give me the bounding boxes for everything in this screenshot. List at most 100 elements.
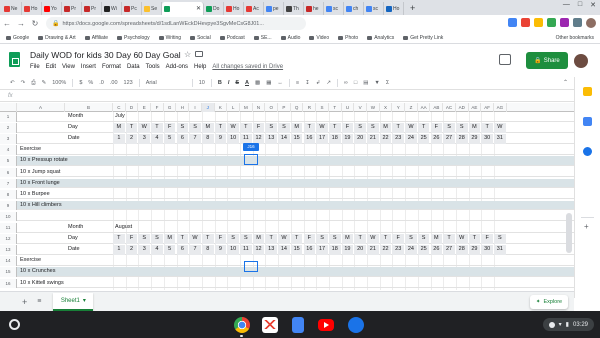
save-status[interactable]: All changes saved in Drive [212,64,283,70]
row-header[interactable]: 7 [0,178,17,189]
day-cell[interactable]: W [138,123,151,133]
exercise-cell[interactable]: 10 x Front lunge [20,179,60,189]
day-label-cell[interactable]: Day [68,123,78,133]
date-label-cell[interactable]: Date [68,134,80,144]
back-icon[interactable]: ← [0,19,14,28]
text-color-button[interactable]: A [245,80,249,86]
row-header[interactable]: 4 [0,145,17,155]
chart-icon[interactable]: ▤ [363,80,368,86]
date-cell[interactable]: 30 [481,134,493,144]
extension-icon[interactable] [573,18,582,27]
column-header[interactable]: Z [405,103,418,112]
column-header[interactable]: H [177,103,190,112]
profile-avatar[interactable] [586,18,596,28]
date-cell[interactable]: 9 [214,245,227,255]
column-header[interactable]: W [367,103,380,112]
document-title[interactable]: Daily WOD for kids 30 Day 60 Day Goal [30,50,181,60]
column-header[interactable]: R [304,103,317,112]
day-cell[interactable]: F [252,123,265,133]
extension-icon[interactable] [547,18,556,27]
bookmark-item[interactable]: Get Pretty Link [403,35,443,41]
row-header[interactable]: 14 [0,256,17,266]
date-cell[interactable]: 8 [201,134,214,144]
date-cell[interactable]: 20 [354,245,366,255]
row-header[interactable]: 11 [0,223,17,233]
date-cell[interactable]: 14 [278,134,290,144]
browser-tab[interactable]: Wi [102,2,122,15]
day-cell[interactable]: W [316,123,328,133]
day-cell[interactable]: S [227,234,239,244]
day-cell[interactable]: S [494,234,506,244]
column-header[interactable]: S [316,103,329,112]
day-cell[interactable]: F [341,123,354,133]
day-cell[interactable]: F [303,234,316,244]
column-header[interactable]: AF [481,103,494,112]
date-cell[interactable]: 30 [481,245,493,255]
date-cell[interactable]: 13 [265,134,278,144]
date-cell[interactable]: 5 [163,134,176,144]
browser-tab[interactable]: Pc [122,2,142,15]
day-cell[interactable]: M [113,123,125,133]
reload-icon[interactable]: ↻ [28,19,42,28]
day-cell[interactable]: S [328,234,341,244]
date-cell[interactable]: 6 [176,134,189,144]
valign-icon[interactable]: ↧ [305,80,310,86]
browser-tab[interactable]: Yo [42,2,62,15]
browser-tab[interactable]: he [304,2,324,15]
browser-tab[interactable]: Pr [82,2,102,15]
selected-cell[interactable] [244,154,258,165]
comments-icon[interactable] [499,54,511,65]
maximize-icon[interactable]: □ [578,1,582,9]
day-label-cell[interactable]: Day [68,234,78,244]
date-cell[interactable]: 7 [189,134,201,144]
day-cell[interactable]: W [278,234,290,244]
date-cell[interactable]: 26 [430,245,443,255]
exercise-cell[interactable]: 10 x Kittell swings [20,279,64,289]
date-cell[interactable]: 15 [290,245,303,255]
day-cell[interactable]: T [125,123,138,133]
day-cell[interactable]: T [379,234,392,244]
row-header[interactable]: 12 [0,234,17,244]
date-cell[interactable]: 4 [151,134,163,144]
column-header[interactable]: AC [443,103,456,112]
other-bookmarks[interactable]: Other bookmarks [556,35,594,41]
close-tab-icon[interactable]: ✕ [196,5,201,12]
borders-icon[interactable]: ▦ [266,80,271,86]
date-cell[interactable]: 18 [328,134,341,144]
column-header[interactable]: X [380,103,393,112]
day-cell[interactable]: S [265,123,278,133]
date-cell[interactable]: 10 [227,134,239,144]
date-cell[interactable]: 1 [113,134,125,144]
day-cell[interactable]: S [189,123,201,133]
day-cell[interactable]: T [328,123,341,133]
bookmark-item[interactable]: Psychology [117,35,150,41]
number-format-select[interactable]: 123 [124,80,133,86]
date-cell[interactable]: 15 [290,134,303,144]
extension-icon[interactable] [560,18,569,27]
day-cell[interactable]: T [392,123,405,133]
column-header[interactable]: T [329,103,342,112]
date-cell[interactable]: 19 [341,134,354,144]
date-cell[interactable]: 2 [125,134,138,144]
rotate-icon[interactable]: ↗ [326,80,331,86]
month-label-cell[interactable]: Month [68,112,83,122]
link-icon[interactable]: ∞ [344,80,348,86]
date-cell[interactable]: 5 [163,245,176,255]
date-cell[interactable]: 4 [151,245,163,255]
day-cell[interactable]: T [354,234,366,244]
docs-app-icon[interactable] [292,317,304,333]
exercise-cell[interactable]: 10 x Crunches [20,267,55,277]
bookmark-item[interactable]: Podcast [219,35,245,41]
menu-item-format[interactable]: Format [102,64,121,70]
column-header[interactable]: N [253,103,266,112]
exercise-header-cell[interactable]: Exercise [20,256,41,266]
day-cell[interactable]: S [176,123,189,133]
day-cell[interactable]: T [240,123,252,133]
column-header[interactable]: D [126,103,139,112]
column-header[interactable]: V [354,103,367,112]
row-header[interactable]: 16 [0,278,17,288]
menu-item-insert[interactable]: Insert [81,64,96,70]
forward-icon[interactable]: → [14,19,28,28]
menu-item-file[interactable]: File [30,64,40,70]
day-cell[interactable]: S [316,234,328,244]
